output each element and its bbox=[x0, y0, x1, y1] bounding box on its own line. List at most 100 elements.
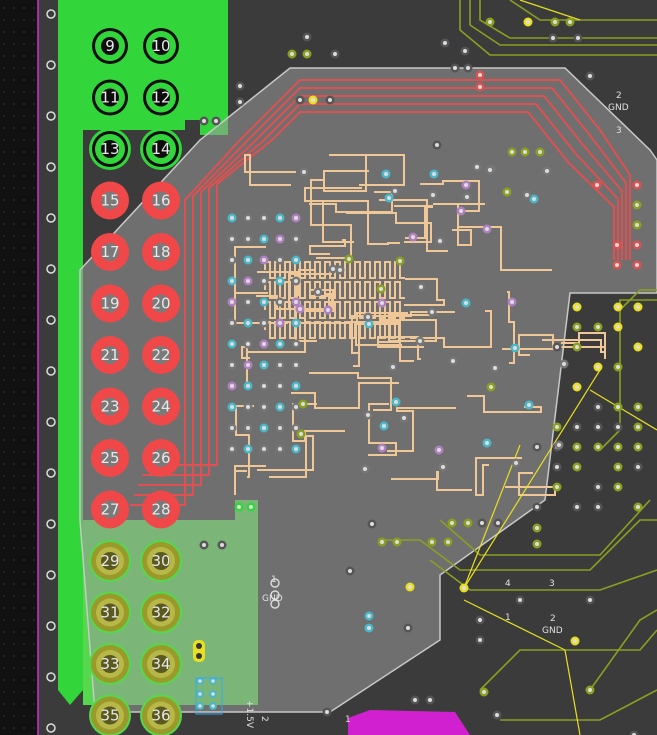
via bbox=[633, 502, 643, 512]
pin-label: 20 bbox=[151, 295, 170, 313]
via bbox=[259, 360, 269, 370]
header-pin-24: 24 bbox=[142, 387, 180, 426]
via bbox=[548, 33, 558, 43]
via bbox=[377, 537, 387, 547]
via bbox=[46, 519, 56, 529]
left-edge-vias bbox=[46, 9, 56, 733]
via bbox=[443, 537, 453, 547]
pin-label: 33 bbox=[100, 655, 119, 673]
via bbox=[613, 422, 623, 432]
via bbox=[275, 276, 285, 286]
header-pin-19: 19 bbox=[91, 284, 129, 323]
header-pin-28: 28 bbox=[142, 490, 180, 529]
header-pin-17: 17 bbox=[91, 233, 129, 271]
via bbox=[291, 360, 301, 370]
via bbox=[395, 256, 405, 266]
via bbox=[408, 232, 418, 242]
via bbox=[524, 400, 534, 410]
via bbox=[593, 322, 603, 332]
via bbox=[360, 464, 370, 474]
via bbox=[585, 71, 595, 81]
via bbox=[613, 322, 623, 332]
trace-olive bbox=[500, 689, 657, 721]
via bbox=[629, 730, 639, 735]
header-pin-16: 16 bbox=[142, 181, 180, 220]
via bbox=[227, 339, 237, 349]
pin-label: 32 bbox=[151, 604, 170, 622]
via bbox=[211, 116, 221, 126]
silk-4: 4 bbox=[505, 579, 511, 589]
via bbox=[46, 621, 56, 631]
via bbox=[259, 402, 269, 412]
silk-2-bottom: 2 bbox=[550, 614, 556, 624]
via bbox=[532, 442, 542, 452]
via bbox=[570, 636, 580, 646]
via bbox=[482, 438, 492, 448]
header-pin-10: 10 bbox=[140, 25, 182, 67]
via bbox=[460, 46, 470, 56]
via bbox=[633, 342, 643, 352]
via bbox=[592, 180, 602, 190]
pcb-canvas[interactable]: 9 10 11 12 13 14 15 16 17 18 19 20 21 22 23 24 25 26 27 28 2… bbox=[0, 0, 657, 735]
via bbox=[492, 710, 502, 720]
header-pin-11: 11 bbox=[89, 76, 131, 119]
via bbox=[259, 423, 269, 433]
via bbox=[552, 462, 562, 472]
pin-label: 28 bbox=[151, 501, 170, 519]
pin-label: 27 bbox=[100, 501, 119, 519]
via bbox=[572, 322, 582, 332]
via bbox=[461, 180, 471, 190]
via bbox=[552, 482, 562, 492]
via bbox=[572, 442, 582, 452]
header-pin-29: 29 bbox=[89, 540, 131, 582]
via bbox=[323, 305, 333, 315]
via bbox=[209, 690, 217, 698]
via bbox=[308, 95, 318, 105]
trace-olive bbox=[459, 0, 657, 56]
via bbox=[199, 540, 209, 550]
via bbox=[243, 276, 253, 286]
via bbox=[633, 462, 643, 472]
via bbox=[234, 502, 244, 512]
via bbox=[572, 342, 582, 352]
pin-label: 36 bbox=[151, 707, 170, 725]
via bbox=[572, 462, 582, 472]
via bbox=[392, 537, 402, 547]
via bbox=[259, 234, 269, 244]
via bbox=[243, 381, 253, 391]
via bbox=[381, 169, 391, 179]
via bbox=[296, 429, 306, 439]
via bbox=[259, 255, 269, 265]
via bbox=[520, 147, 530, 157]
via bbox=[275, 297, 285, 307]
via bbox=[196, 702, 204, 710]
via bbox=[275, 360, 285, 370]
header-pin-9: 9 bbox=[89, 25, 131, 67]
via bbox=[287, 49, 297, 59]
pcb-board-svg[interactable]: 9 1011 1213 1415 1617 1819 2021 2223 2425 2627 282… bbox=[0, 0, 657, 735]
trace-olive bbox=[599, 299, 657, 451]
via bbox=[613, 462, 623, 472]
via bbox=[243, 234, 253, 244]
via bbox=[415, 336, 425, 346]
via bbox=[299, 167, 309, 177]
via bbox=[275, 381, 285, 391]
pin-label: 26 bbox=[151, 449, 170, 467]
via bbox=[523, 17, 533, 27]
via bbox=[493, 518, 503, 528]
via bbox=[479, 687, 489, 697]
pin-label: 35 bbox=[100, 707, 119, 725]
via bbox=[376, 284, 386, 294]
via bbox=[485, 165, 495, 175]
pin-label: 22 bbox=[151, 346, 170, 364]
via bbox=[291, 255, 301, 265]
via bbox=[613, 302, 623, 312]
silk-gnd-bottom: GND bbox=[542, 626, 563, 636]
via bbox=[243, 297, 253, 307]
via bbox=[572, 382, 582, 392]
via bbox=[46, 315, 56, 325]
via bbox=[235, 81, 245, 91]
via bbox=[428, 190, 438, 200]
pin-label: 19 bbox=[100, 295, 119, 313]
via bbox=[612, 240, 622, 250]
